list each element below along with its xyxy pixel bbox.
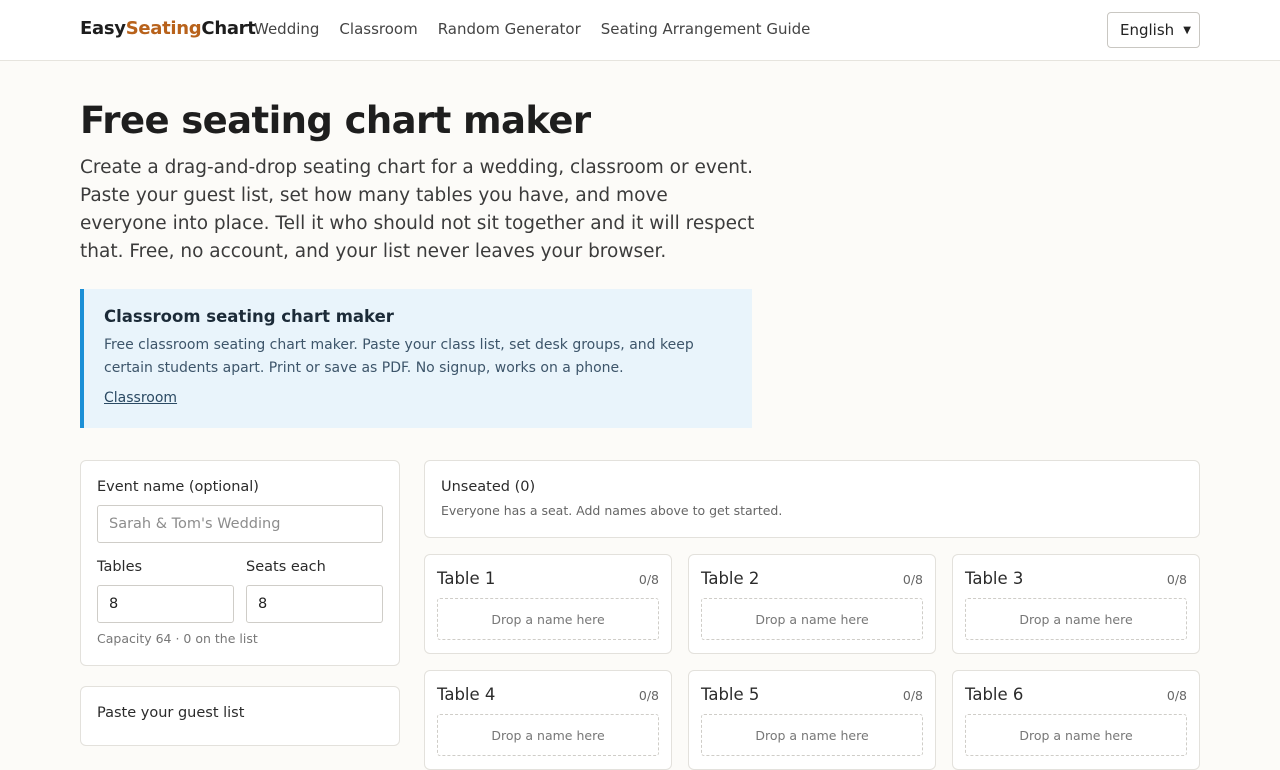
table-drop-zone[interactable]: Drop a name here bbox=[437, 714, 659, 756]
main-nav: Wedding Classroom Random Generator Seati… bbox=[254, 20, 810, 38]
tables-count-input[interactable]: 8 bbox=[97, 585, 234, 623]
table-drop-zone[interactable]: Drop a name here bbox=[965, 714, 1187, 756]
table-seat-count: 0/8 bbox=[902, 572, 923, 587]
table-seat-count: 0/8 bbox=[638, 688, 659, 703]
table-card-5: Table 5 0/8 Drop a name here bbox=[688, 670, 936, 770]
nav-link-classroom[interactable]: Classroom bbox=[339, 20, 417, 38]
hero-section: Free seating chart maker Create a drag-a… bbox=[80, 98, 760, 266]
table-card-4: Table 4 0/8 Drop a name here bbox=[424, 670, 672, 770]
seats-each-input[interactable]: 8 bbox=[246, 585, 383, 623]
table-card-6: Table 6 0/8 Drop a name here bbox=[952, 670, 1200, 770]
nav-link-random-generator[interactable]: Random Generator bbox=[438, 20, 581, 38]
table-card-3: Table 3 0/8 Drop a name here bbox=[952, 554, 1200, 654]
table-drop-zone[interactable]: Drop a name here bbox=[701, 714, 923, 756]
page-description: Create a drag-and-drop seating chart for… bbox=[80, 157, 755, 262]
table-card-2: Table 2 0/8 Drop a name here bbox=[688, 554, 936, 654]
table-name: Table 3 bbox=[965, 569, 1024, 588]
guest-list-panel: Paste your guest list bbox=[80, 686, 400, 746]
table-name: Table 6 bbox=[965, 685, 1024, 704]
callout-classroom-link[interactable]: Classroom bbox=[104, 390, 177, 406]
top-navigation-bar: EasySeatingChart Wedding Classroom Rando… bbox=[0, 0, 1280, 61]
guest-list-label: Paste your guest list bbox=[97, 705, 245, 721]
capacity-text: Capacity 64 · 0 on the list bbox=[97, 631, 258, 646]
brand-logo[interactable]: EasySeatingChart bbox=[80, 18, 256, 39]
tables-label: Tables bbox=[97, 559, 143, 575]
table-drop-zone[interactable]: Drop a name here bbox=[965, 598, 1187, 640]
event-settings-panel: Event name (optional) Sarah & Tom's Wedd… bbox=[80, 460, 400, 666]
brand-part-seating: Seating bbox=[125, 18, 202, 39]
callout-text: Free classroom seating chart maker. Past… bbox=[104, 337, 694, 376]
table-drop-zone[interactable]: Drop a name here bbox=[437, 598, 659, 640]
table-name: Table 1 bbox=[437, 569, 496, 588]
event-name-input[interactable]: Sarah & Tom's Wedding bbox=[97, 505, 383, 543]
table-seat-count: 0/8 bbox=[1166, 688, 1187, 703]
table-name: Table 2 bbox=[701, 569, 760, 588]
unseated-message: Everyone has a seat. Add names above to … bbox=[441, 503, 783, 518]
unseated-panel[interactable]: Unseated (0) Everyone has a seat. Add na… bbox=[424, 460, 1200, 538]
table-seat-count: 0/8 bbox=[638, 572, 659, 587]
classroom-callout: Classroom seating chart maker Free class… bbox=[80, 289, 752, 428]
brand-part-easy: Easy bbox=[80, 18, 126, 39]
table-card-1: Table 1 0/8 Drop a name here bbox=[424, 554, 672, 654]
brand-part-chart: Chart bbox=[201, 18, 256, 39]
table-name: Table 5 bbox=[701, 685, 760, 704]
table-seat-count: 0/8 bbox=[902, 688, 923, 703]
language-select[interactable]: English ▼ bbox=[1107, 12, 1200, 48]
table-name: Table 4 bbox=[437, 685, 496, 704]
seats-each-label: Seats each bbox=[246, 559, 326, 575]
event-name-label: Event name (optional) bbox=[97, 479, 259, 495]
callout-title: Classroom seating chart maker bbox=[104, 307, 394, 326]
nav-link-wedding[interactable]: Wedding bbox=[254, 20, 319, 38]
language-selected-value: English bbox=[1120, 21, 1175, 39]
nav-link-seating-guide[interactable]: Seating Arrangement Guide bbox=[601, 20, 811, 38]
unseated-title: Unseated (0) bbox=[441, 479, 536, 495]
chevron-down-icon: ▼ bbox=[1183, 24, 1191, 36]
table-seat-count: 0/8 bbox=[1166, 572, 1187, 587]
page-title: Free seating chart maker bbox=[80, 99, 591, 142]
table-drop-zone[interactable]: Drop a name here bbox=[701, 598, 923, 640]
